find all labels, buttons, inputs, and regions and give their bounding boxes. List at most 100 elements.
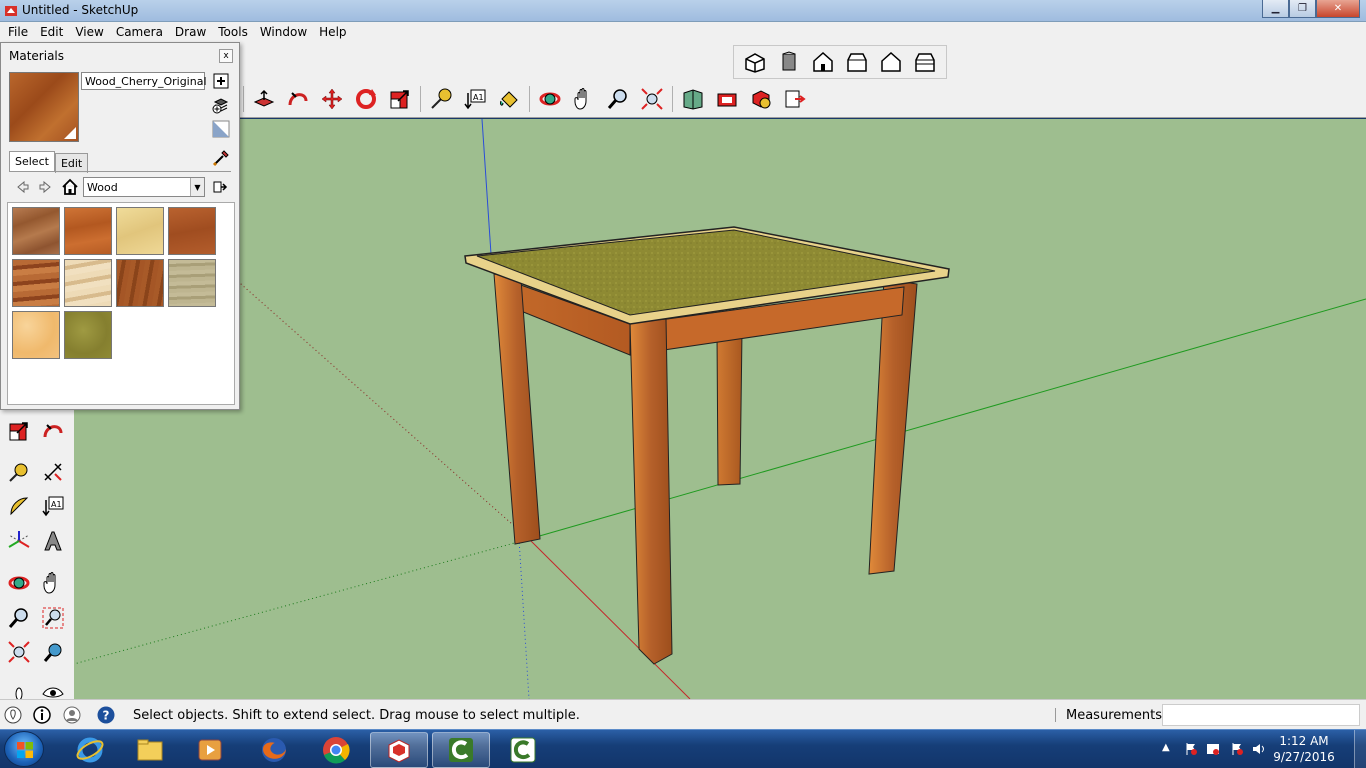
material-swatch-8[interactable] bbox=[168, 259, 216, 307]
display-secondary-pane-icon[interactable] bbox=[212, 72, 230, 90]
media-player-icon[interactable] bbox=[181, 732, 239, 768]
current-material-swatch bbox=[9, 72, 79, 142]
menu-tools[interactable]: Tools bbox=[212, 22, 254, 42]
firefox-icon[interactable] bbox=[245, 732, 303, 768]
3d-warehouse-icon[interactable] bbox=[678, 84, 708, 114]
move-icon[interactable] bbox=[317, 84, 347, 114]
file-explorer-icon[interactable] bbox=[121, 732, 179, 768]
zoom-window-icon[interactable] bbox=[37, 602, 69, 634]
home-icon[interactable] bbox=[59, 176, 81, 198]
left-view-icon[interactable] bbox=[910, 47, 940, 77]
close-icon[interactable]: ✕ bbox=[1316, 0, 1360, 18]
paint-bucket-icon[interactable] bbox=[494, 84, 524, 114]
green-axis-neg bbox=[74, 538, 530, 665]
3d-text-icon[interactable] bbox=[37, 525, 69, 557]
camtasia-tray-icon[interactable] bbox=[1206, 742, 1220, 756]
default-material-icon[interactable] bbox=[212, 120, 230, 138]
orbit-icon[interactable] bbox=[3, 567, 35, 599]
iso-view-icon[interactable] bbox=[740, 47, 770, 77]
menu-help[interactable]: Help bbox=[313, 22, 352, 42]
materials-panel: Materials x Wood_Cherry_Original Select … bbox=[0, 42, 240, 410]
help-icon[interactable]: ? bbox=[97, 706, 115, 724]
menu-file[interactable]: File bbox=[2, 22, 34, 42]
zoom-icon[interactable] bbox=[3, 602, 35, 634]
sketchup-icon[interactable] bbox=[370, 732, 428, 768]
zoom-extents-icon[interactable] bbox=[3, 636, 35, 668]
show-desktop-button[interactable] bbox=[1354, 730, 1366, 768]
text-icon[interactable]: A1 bbox=[460, 84, 490, 114]
front-view-icon[interactable] bbox=[808, 47, 838, 77]
menu-draw[interactable]: Draw bbox=[169, 22, 212, 42]
details-arrow-icon[interactable] bbox=[209, 176, 231, 198]
create-material-icon[interactable] bbox=[212, 96, 230, 114]
clock-time[interactable]: 1:12 AM bbox=[1264, 734, 1344, 748]
follow-me-icon[interactable] bbox=[37, 415, 69, 447]
material-swatch-5[interactable] bbox=[12, 259, 60, 307]
send-to-layout-icon[interactable] bbox=[780, 84, 810, 114]
clock-date[interactable]: 9/27/2016 bbox=[1264, 750, 1344, 764]
material-swatch-1[interactable] bbox=[12, 207, 60, 255]
text-icon[interactable]: A1 bbox=[37, 490, 69, 522]
tape-measure-icon[interactable] bbox=[426, 84, 456, 114]
geo-location-icon[interactable] bbox=[4, 706, 22, 724]
svg-text:A1: A1 bbox=[473, 93, 484, 102]
maximize-icon[interactable]: ❐ bbox=[1289, 0, 1316, 18]
tab-edit[interactable]: Edit bbox=[54, 153, 89, 173]
rotate-icon[interactable] bbox=[351, 84, 381, 114]
components-icon[interactable] bbox=[746, 84, 776, 114]
material-swatch-9[interactable] bbox=[12, 311, 60, 359]
menu-camera[interactable]: Camera bbox=[110, 22, 169, 42]
material-swatch-2[interactable] bbox=[64, 207, 112, 255]
dimension-icon[interactable] bbox=[37, 456, 69, 488]
close-icon[interactable]: x bbox=[219, 49, 233, 63]
tab-select[interactable]: Select bbox=[9, 151, 55, 171]
material-swatch-6[interactable] bbox=[64, 259, 112, 307]
material-swatch-7[interactable] bbox=[116, 259, 164, 307]
right-view-icon[interactable] bbox=[842, 47, 872, 77]
measurements-input[interactable] bbox=[1162, 704, 1360, 726]
sample-paint-icon[interactable] bbox=[211, 148, 231, 168]
action-center-icon[interactable] bbox=[1184, 742, 1198, 756]
menu-edit[interactable]: Edit bbox=[34, 22, 69, 42]
axes-icon[interactable] bbox=[3, 525, 35, 557]
pan-icon[interactable] bbox=[37, 567, 69, 599]
flag-icon[interactable] bbox=[1230, 742, 1244, 756]
menu-window[interactable]: Window bbox=[254, 22, 313, 42]
scale-icon[interactable] bbox=[3, 415, 35, 447]
material-swatch-4[interactable] bbox=[168, 207, 216, 255]
push-pull-icon[interactable] bbox=[249, 84, 279, 114]
back-arrow-icon[interactable] bbox=[11, 176, 33, 198]
drawing-viewport[interactable] bbox=[74, 119, 1366, 699]
tape-measure-icon[interactable] bbox=[3, 456, 35, 488]
menu-view[interactable]: View bbox=[69, 22, 109, 42]
internet-explorer-icon[interactable] bbox=[61, 732, 119, 768]
chrome-icon[interactable] bbox=[307, 732, 365, 768]
follow-me-icon[interactable] bbox=[283, 84, 313, 114]
camtasia-recorder-icon[interactable] bbox=[432, 732, 490, 768]
material-swatch-10[interactable] bbox=[64, 311, 112, 359]
red-axis-neg bbox=[223, 268, 530, 540]
credits-icon[interactable] bbox=[33, 706, 51, 724]
user-icon[interactable] bbox=[63, 706, 81, 724]
collection-dropdown[interactable]: Wood ▼ bbox=[83, 177, 205, 197]
zoom-icon[interactable] bbox=[603, 84, 633, 114]
extension-warehouse-icon[interactable] bbox=[712, 84, 742, 114]
toolbar-separator bbox=[420, 86, 421, 112]
minimize-icon[interactable]: ▁ bbox=[1262, 0, 1289, 18]
start-button[interactable] bbox=[4, 731, 44, 767]
zoom-extents-icon[interactable] bbox=[637, 84, 667, 114]
pan-icon[interactable] bbox=[569, 84, 599, 114]
material-name-field[interactable]: Wood_Cherry_Original bbox=[81, 72, 207, 90]
back-view-icon[interactable] bbox=[876, 47, 906, 77]
previous-view-icon[interactable] bbox=[37, 636, 69, 668]
show-hidden-icons-icon[interactable]: ▲ bbox=[1162, 742, 1170, 753]
orbit-icon[interactable] bbox=[535, 84, 565, 114]
camtasia-studio-icon[interactable] bbox=[494, 732, 552, 768]
scale-icon[interactable] bbox=[385, 84, 415, 114]
protractor-icon[interactable] bbox=[3, 490, 35, 522]
system-tray: ▲ 1:12 AM 9/27/2016 bbox=[1156, 730, 1366, 768]
material-swatch-3[interactable] bbox=[116, 207, 164, 255]
forward-arrow-icon[interactable] bbox=[35, 176, 57, 198]
blue-axis bbox=[481, 119, 493, 270]
top-view-icon[interactable] bbox=[774, 47, 804, 77]
